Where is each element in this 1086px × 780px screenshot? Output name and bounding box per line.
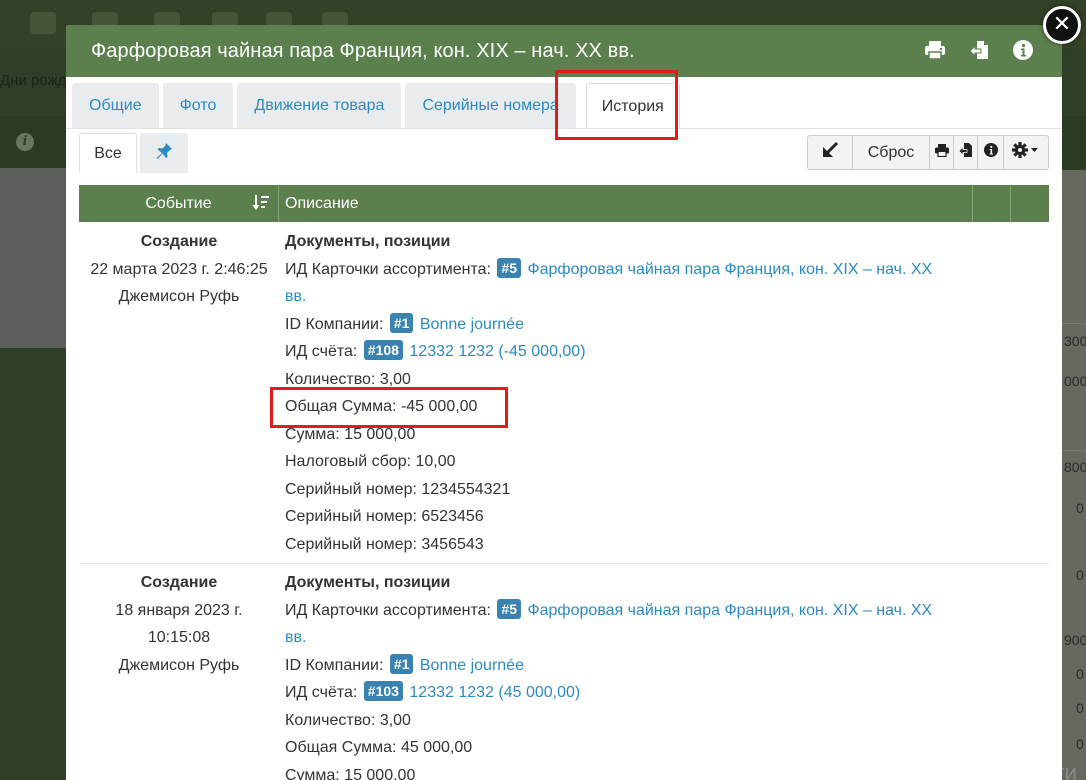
- close-dialog-button[interactable]: ✕: [1043, 6, 1081, 44]
- history-filter-tabs: Все: [79, 133, 188, 173]
- print-button[interactable]: [930, 136, 954, 169]
- id-badge[interactable]: #5: [497, 598, 522, 619]
- company-link[interactable]: Bonne journée: [420, 657, 524, 674]
- collapse-button[interactable]: [808, 136, 853, 169]
- company-link[interactable]: Bonne journée: [420, 316, 524, 333]
- background-value: 300: [1064, 333, 1086, 349]
- assortment-card-line: ИД Карточки ассортимента: #5 Фарфоровая …: [285, 597, 965, 625]
- row-divider: [79, 563, 1049, 564]
- info-button[interactable]: [978, 136, 1004, 169]
- background-divider: [1062, 450, 1086, 451]
- background-value: 000: [1064, 373, 1086, 389]
- column-header-event[interactable]: Событие: [79, 185, 279, 222]
- tab-general[interactable]: Общие: [72, 83, 159, 129]
- assortment-card-link[interactable]: Фарфоровая чайная пара Франция, кон. XIX…: [527, 261, 932, 278]
- event-date: 18 января 2023 г.: [115, 601, 243, 619]
- serial-number-line: Серийный номер: 6523456: [285, 508, 484, 525]
- export-icon[interactable]: [968, 39, 990, 61]
- id-badge[interactable]: #103: [363, 681, 403, 701]
- column-header-extra: [973, 185, 1011, 222]
- event-cell: Создание 18 января 2023 г. 10:15:08 Джем…: [79, 569, 279, 679]
- close-icon: ✕: [1052, 12, 1072, 37]
- event-type: Создание: [140, 233, 218, 250]
- assortment-card-link-cont[interactable]: вв.: [285, 624, 965, 652]
- background-nav-icon: [30, 12, 56, 34]
- section-title: Документы, позиции: [285, 233, 451, 250]
- column-header-description[interactable]: Описание: [279, 185, 973, 222]
- assortment-card-line: ИД Карточки ассортимента: #5 Фарфоровая …: [285, 256, 965, 284]
- subtab-pinned[interactable]: [140, 133, 188, 173]
- description-cell: Документы, позиции ИД Карточки ассортиме…: [285, 569, 965, 780]
- background-left-panel: [0, 168, 66, 348]
- sort-desc-icon[interactable]: [252, 194, 270, 217]
- field-label: ID Компании:: [285, 315, 384, 333]
- tab-serial-numbers[interactable]: Серийные номера: [405, 83, 576, 129]
- export-icon: [957, 143, 973, 162]
- export-button[interactable]: [954, 136, 978, 169]
- background-value: 0: [1076, 666, 1084, 682]
- dialog-header-actions: [924, 39, 1034, 61]
- background-divider: [1062, 323, 1086, 324]
- highlight-history-tab: [555, 70, 678, 140]
- history-table-header: Событие Описание: [79, 185, 1049, 222]
- gear-icon: [1012, 142, 1040, 163]
- pin-icon: [155, 142, 173, 165]
- background-info-icon: i: [16, 133, 34, 151]
- account-line: ИД счёта: #108 12332 1232 (-45 000,00): [285, 338, 965, 366]
- info-icon[interactable]: [1012, 39, 1034, 61]
- background-value: 0: [1076, 736, 1084, 752]
- event-date: 22 марта 2023 г. 2:46:25: [90, 260, 268, 278]
- background-value: 800: [1064, 459, 1086, 475]
- background-value: 900: [1064, 632, 1086, 648]
- history-toolbar: Сброс: [807, 135, 1049, 170]
- tab-photo[interactable]: Фото: [162, 83, 234, 129]
- event-type: Создание: [140, 574, 218, 591]
- event-user: Джемисон Руфь: [118, 656, 240, 674]
- id-badge[interactable]: #108: [363, 340, 403, 360]
- quantity-line: Количество: 3,00: [285, 711, 411, 729]
- arrow-down-left-icon: [821, 141, 839, 164]
- background-value: 0: [1076, 567, 1084, 583]
- background-birthdays-label: Дни рожд: [0, 72, 67, 89]
- section-title: Документы, позиции: [285, 574, 451, 591]
- event-user: Джемисон Руфь: [118, 288, 240, 305]
- subtab-all[interactable]: Все: [79, 133, 137, 173]
- id-badge[interactable]: #1: [389, 653, 414, 674]
- account-link[interactable]: 12332 1232 (45 000,00): [409, 684, 580, 701]
- tax-line: Налоговый сбор: 10,00: [285, 453, 456, 470]
- dialog-title: Фарфоровая чайная пара Франция, кон. XIX…: [91, 39, 635, 62]
- assortment-card-link[interactable]: Фарфоровая чайная пара Франция, кон. XIX…: [527, 602, 932, 619]
- background-right-panel: [1062, 170, 1086, 780]
- background-value: 0: [1076, 700, 1084, 716]
- reset-button[interactable]: Сброс: [853, 136, 930, 169]
- background-value: 0: [1076, 500, 1084, 516]
- info-icon: [983, 143, 998, 162]
- field-label: ИД счёта:: [285, 343, 358, 360]
- account-link[interactable]: 12332 1232 (-45 000,00): [409, 343, 585, 360]
- serial-number-line: Серийный номер: 1234554321: [285, 480, 511, 498]
- column-header-extra: [1011, 185, 1049, 222]
- print-icon[interactable]: [924, 39, 946, 61]
- settings-dropdown-button[interactable]: [1004, 136, 1048, 169]
- field-label: ID Компании:: [285, 656, 384, 674]
- sum-line: Сумма: 15 000,00: [285, 766, 416, 780]
- serial-number-line: Серийный номер: 3456543: [285, 535, 484, 553]
- field-label: ИД счёта:: [285, 684, 358, 701]
- item-history-dialog: Фарфоровая чайная пара Франция, кон. XIX…: [66, 25, 1062, 780]
- id-badge[interactable]: #5: [497, 257, 522, 278]
- field-label: ИД Карточки ассортимента:: [285, 601, 491, 619]
- event-time: 10:15:08: [147, 629, 211, 646]
- tab-stock-movement[interactable]: Движение товара: [237, 83, 402, 129]
- company-line: ID Компании: #1 Bonne journée: [285, 311, 965, 339]
- field-label: ИД Карточки ассортимента:: [285, 260, 491, 278]
- company-line: ID Компании: #1 Bonne journée: [285, 652, 965, 680]
- account-line: ИД счёта: #103 12332 1232 (45 000,00): [285, 679, 965, 707]
- print-icon: [934, 143, 949, 162]
- highlight-total-amount: [270, 387, 508, 428]
- id-badge[interactable]: #1: [389, 312, 414, 333]
- event-cell: Создание 22 марта 2023 г. 2:46:25 Джемис…: [79, 228, 279, 311]
- assortment-card-link-cont[interactable]: вв.: [285, 283, 965, 311]
- column-header-event-label: Событие: [145, 194, 212, 212]
- total-amount-line: Общая Сумма: 45 000,00: [285, 739, 473, 756]
